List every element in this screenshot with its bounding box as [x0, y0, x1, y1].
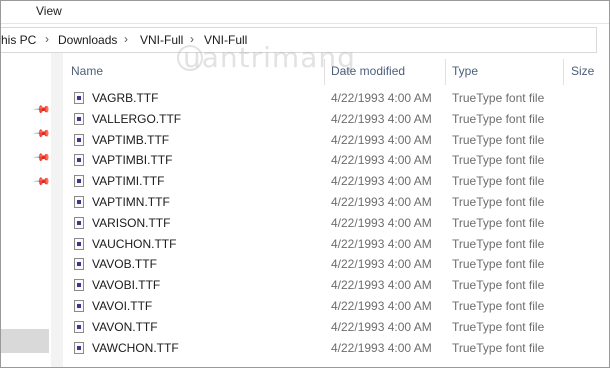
file-date-modified: 4/22/1993 4:00 AM — [331, 298, 432, 313]
file-date-modified: 4/22/1993 4:00 AM — [331, 215, 432, 230]
file-date-modified: 4/22/1993 4:00 AM — [331, 153, 432, 168]
explorer-window: View his PC › Downloads › VNI-Full › VNI… — [0, 0, 610, 368]
font-file-icon — [74, 299, 84, 312]
pin-icon[interactable]: 📌 — [32, 172, 51, 191]
file-name[interactable]: VAPTIMI.TTF — [92, 174, 164, 188]
file-date-modified: 4/22/1993 4:00 AM — [331, 111, 432, 126]
file-row[interactable]: VAWCHON.TTF 4/22/1993 4:00 AM TrueType fon… — [63, 338, 609, 359]
nav-item-selected[interactable] — [1, 329, 49, 353]
column-size[interactable]: Size — [571, 64, 594, 78]
file-name[interactable]: VAVON.TTF — [92, 320, 158, 334]
font-file-icon — [74, 154, 84, 167]
pin-icon[interactable]: 📌 — [32, 100, 51, 119]
file-name[interactable]: VAVOBI.TTF — [92, 278, 160, 292]
file-row[interactable]: VAVOBI.TTF 4/22/1993 4:00 AM TrueType font… — [63, 275, 609, 296]
font-file-icon — [74, 216, 84, 229]
font-file-icon — [74, 112, 84, 125]
file-date-modified: 4/22/1993 4:00 AM — [331, 132, 432, 147]
column-header: Name Date modified Type Size — [63, 57, 609, 85]
file-name[interactable]: VAUCHON.TTF — [92, 237, 176, 251]
file-row[interactable]: VAUCHON.TTF 4/22/1993 4:00 AM TrueType fon… — [63, 234, 609, 255]
file-type: TrueType font file — [452, 278, 545, 293]
file-type: TrueType font file — [452, 91, 545, 105]
file-date-modified: 4/22/1993 4:00 AM — [331, 340, 432, 355]
file-name[interactable]: VAVOI.TTF — [92, 299, 152, 313]
file-type: TrueType font file — [452, 298, 545, 313]
chevron-right-icon[interactable]: › — [45, 32, 49, 46]
column-divider[interactable] — [324, 59, 325, 85]
file-row[interactable]: VARISON.TTF 4/22/1993 4:00 AM TrueType fon… — [63, 213, 609, 234]
file-row[interactable]: VALLERGO.TTF 4/22/1993 4:00 AM TrueType fo… — [63, 109, 609, 130]
file-type: TrueType font file — [452, 132, 545, 147]
column-date-modified[interactable]: Date modified — [331, 64, 405, 78]
menu-bar: View — [1, 1, 609, 24]
file-name[interactable]: VAVOB.TTF — [92, 257, 157, 271]
file-row[interactable]: VAPTIMBI.TTF 4/22/1993 4:00 AM TrueType fo… — [63, 150, 609, 171]
file-name[interactable]: VAPTIMN.TTF — [92, 195, 170, 209]
pin-icon[interactable]: 📌 — [32, 148, 51, 167]
column-type[interactable]: Type — [452, 64, 478, 78]
file-type: TrueType font file — [452, 319, 545, 334]
column-name[interactable]: Name — [71, 64, 103, 78]
file-type: TrueType font file — [452, 215, 545, 230]
file-date-modified: 4/22/1993 4:00 AM — [331, 278, 432, 293]
file-name[interactable]: VAWCHON.TTF — [92, 341, 179, 355]
nav-scrollbar[interactable] — [51, 53, 63, 367]
file-date-modified: 4/22/1993 4:00 AM — [331, 194, 432, 209]
file-date-modified: 4/22/1993 4:00 AM — [331, 91, 432, 105]
file-type: TrueType font file — [452, 111, 545, 126]
file-name[interactable]: VARISON.TTF — [92, 216, 170, 230]
breadcrumb-this-pc[interactable]: his PC — [1, 33, 36, 47]
file-date-modified: 4/22/1993 4:00 AM — [331, 174, 432, 189]
file-type: TrueType font file — [452, 236, 545, 251]
font-file-icon — [74, 320, 84, 333]
file-row[interactable]: VAGRB.TTF 4/22/1993 4:00 AM TrueType font … — [63, 88, 609, 109]
column-divider[interactable] — [445, 59, 446, 85]
file-type: TrueType font file — [452, 340, 545, 355]
menu-item-view[interactable]: View — [36, 4, 62, 18]
file-name[interactable]: VAPTIMB.TTF — [92, 133, 169, 147]
font-file-icon — [74, 195, 84, 208]
file-row[interactable]: VAPTIMI.TTF 4/22/1993 4:00 AM TrueType fon… — [63, 171, 609, 192]
breadcrumb-downloads[interactable]: Downloads — [58, 33, 117, 47]
font-file-icon — [74, 237, 84, 250]
navigation-pane: 📌 📌 📌 📌 — [1, 53, 51, 367]
column-divider[interactable] — [563, 59, 564, 85]
font-file-icon — [74, 279, 84, 292]
file-type: TrueType font file — [452, 174, 545, 189]
file-name[interactable]: VAPTIMBI.TTF — [92, 153, 172, 167]
file-row[interactable]: VAVON.TTF 4/22/1993 4:00 AM TrueType font … — [63, 317, 609, 338]
file-list: VAGRB.TTF 4/22/1993 4:00 AM TrueType font … — [63, 88, 609, 359]
font-file-icon — [74, 133, 84, 146]
chevron-right-icon[interactable]: › — [124, 32, 128, 46]
breadcrumb-vni-full[interactable]: VNI-Full — [140, 33, 183, 47]
file-name[interactable]: VAGRB.TTF — [92, 91, 158, 105]
file-date-modified: 4/22/1993 4:00 AM — [331, 257, 432, 272]
font-file-icon — [74, 341, 84, 354]
file-row[interactable]: VAVOI.TTF 4/22/1993 4:00 AM TrueType font … — [63, 296, 609, 317]
file-type: TrueType font file — [452, 194, 545, 209]
font-file-icon — [74, 175, 84, 188]
font-file-icon — [74, 92, 84, 104]
font-file-icon — [74, 258, 84, 271]
pin-icon[interactable]: 📌 — [32, 124, 51, 143]
file-row[interactable]: VAPTIMN.TTF 4/22/1993 4:00 AM TrueType fon… — [63, 192, 609, 213]
file-date-modified: 4/22/1993 4:00 AM — [331, 236, 432, 251]
file-row[interactable]: VAVOB.TTF 4/22/1993 4:00 AM TrueType font … — [63, 254, 609, 275]
file-type: TrueType font file — [452, 153, 545, 168]
file-type: TrueType font file — [452, 257, 545, 272]
file-name[interactable]: VALLERGO.TTF — [92, 112, 181, 126]
file-date-modified: 4/22/1993 4:00 AM — [331, 319, 432, 334]
file-row[interactable]: VAPTIMB.TTF 4/22/1993 4:00 AM TrueType fon… — [63, 130, 609, 151]
